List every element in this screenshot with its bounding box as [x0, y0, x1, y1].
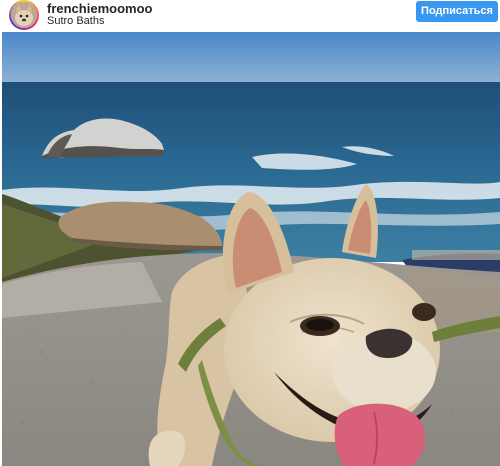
avatar[interactable] [9, 0, 39, 30]
username[interactable]: frenchiemoomoo [47, 1, 152, 16]
post-photo[interactable] [2, 32, 500, 466]
post-header: frenchiemoomoo Sutro Baths Подписаться [0, 0, 500, 32]
dog-avatar-icon [11, 2, 37, 28]
subscribe-button[interactable]: Подписаться [416, 1, 498, 22]
location-link[interactable]: Sutro Baths [47, 15, 104, 27]
sky [2, 32, 500, 84]
